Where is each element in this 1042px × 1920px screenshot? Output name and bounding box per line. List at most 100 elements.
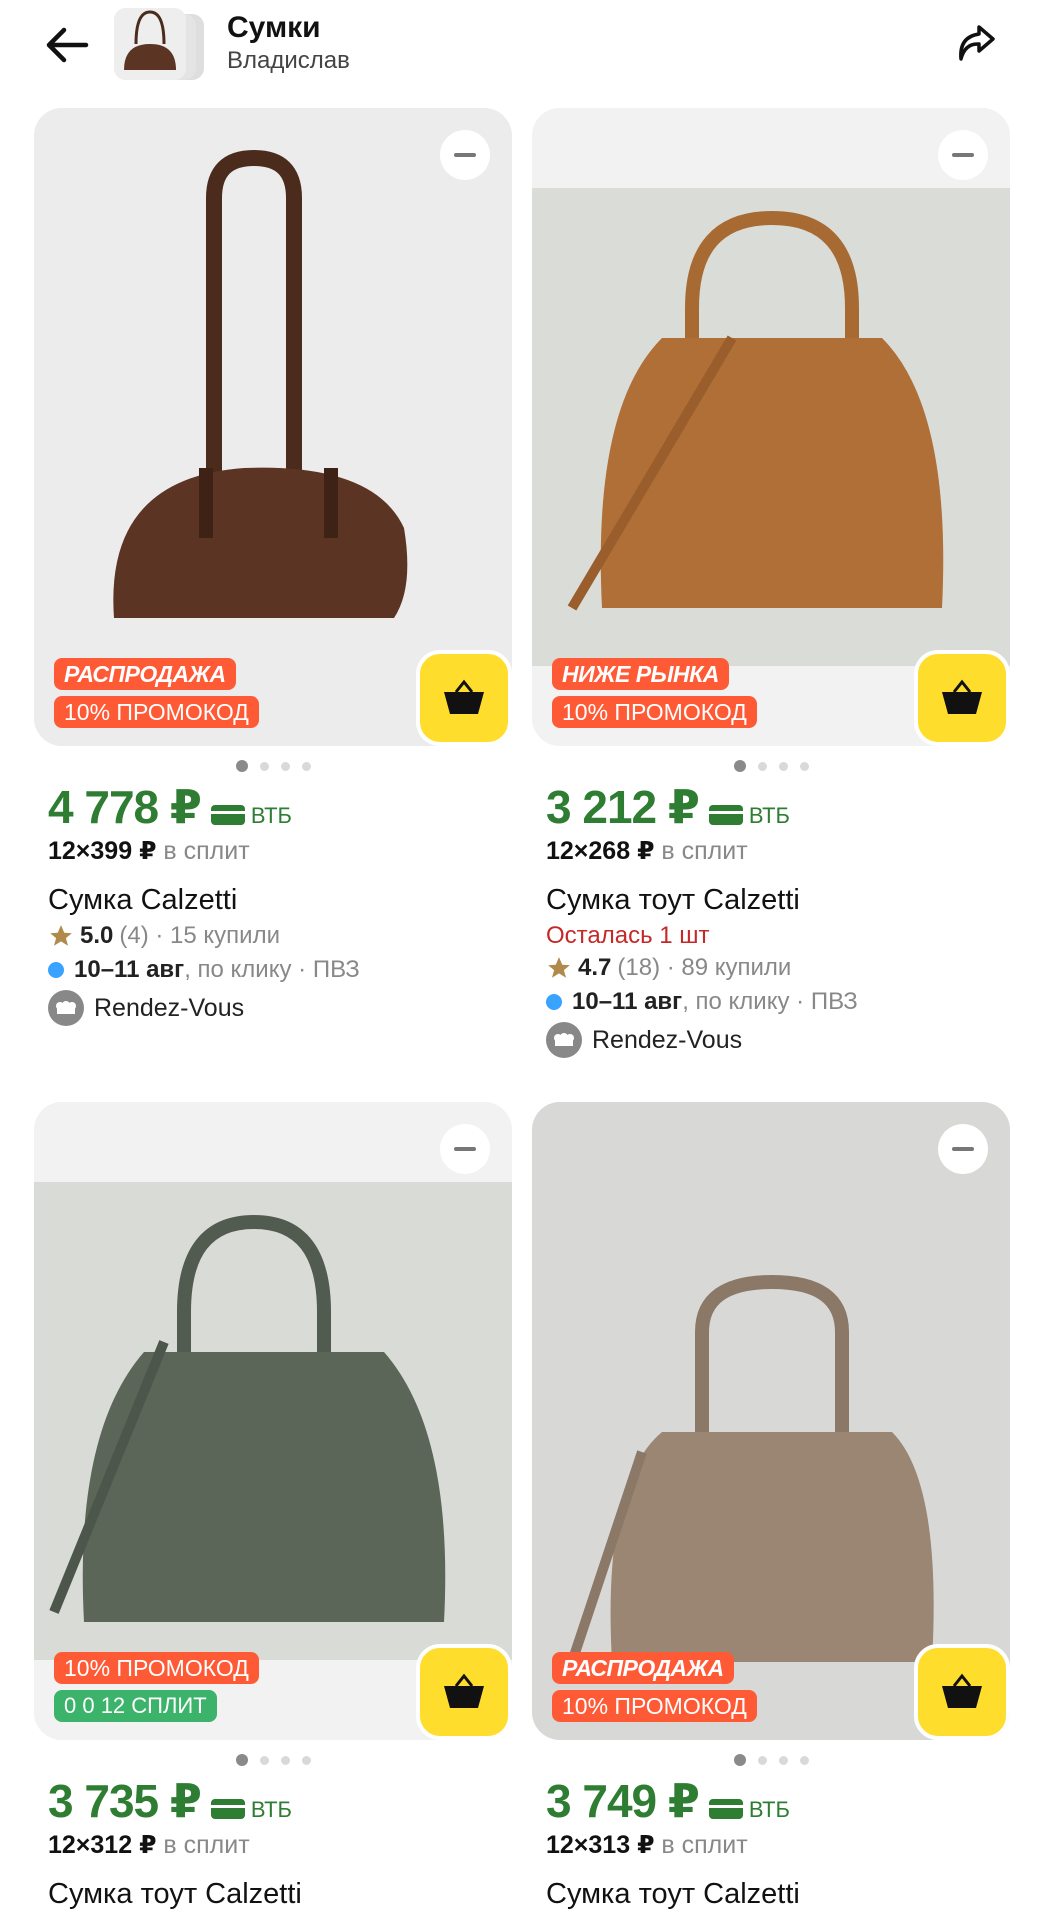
delivery-date: 10–11 авг [572, 988, 683, 1015]
share-icon [959, 25, 995, 61]
basket-icon [942, 1673, 982, 1708]
reviews-count: (18) · 89 купили [617, 954, 792, 981]
star-icon [548, 957, 570, 978]
product-title[interactable]: Сумка тоут Calzetti [546, 882, 1010, 918]
minus-icon [952, 153, 974, 157]
product-card[interactable]: 10% ПРОМОКОД 0 0 12 СПЛИТ 3 735 ₽ ВТБ 12… [34, 1102, 512, 1912]
shop-name: Rendez-Vous [592, 1025, 743, 1054]
card-icon [708, 805, 743, 825]
product-title[interactable]: Сумка Calzetti [48, 882, 512, 918]
add-to-cart-button[interactable] [416, 1644, 512, 1740]
remove-from-collection-button[interactable] [440, 1124, 490, 1174]
back-button[interactable] [40, 18, 94, 72]
split-payment: 12×312 ₽ в сплит [48, 1830, 512, 1860]
pager-dot [280, 1755, 290, 1765]
pager-dot [778, 1755, 788, 1765]
pager-dot [301, 1755, 311, 1765]
split-amount: 12×312 ₽ [48, 1831, 157, 1859]
product-card[interactable]: РАСПРОДАЖА 10% ПРОМОКОД 4 778 ₽ ВТБ 12×3… [34, 108, 512, 1026]
split-payment: 12×313 ₽ в сплит [546, 1830, 1010, 1860]
price: 3 212 ₽ [546, 781, 700, 833]
remove-from-collection-button[interactable] [938, 130, 988, 180]
pager-dot [259, 761, 269, 771]
add-to-cart-button[interactable] [914, 1644, 1010, 1740]
basket-icon [942, 679, 982, 714]
collection-thumbnail [114, 8, 214, 80]
split-payment: 12×399 ₽ в сплит [48, 836, 512, 866]
bank-label: ВТБ [748, 803, 790, 828]
split-note: в сплит [661, 837, 748, 865]
pager-dot [799, 761, 809, 771]
delivery-dot-icon [546, 994, 562, 1010]
rating-score: 4.7 [578, 954, 612, 981]
shop-logo-icon [48, 990, 84, 1026]
image-pager[interactable] [34, 1754, 512, 1766]
card-icon [210, 1799, 245, 1819]
image-pager[interactable] [532, 1754, 1010, 1766]
promo-badge: 10% ПРОМОКОД [552, 696, 757, 728]
card-icon [708, 1799, 743, 1819]
bag-thumbnail-image [114, 8, 186, 80]
bank-label: ВТБ [250, 1797, 292, 1822]
delivery-date: 10–11 авг [74, 956, 185, 983]
collection-owner: Владислав [227, 47, 350, 74]
pager-dot [301, 761, 311, 771]
image-pager[interactable] [532, 760, 1010, 772]
split-note: в сплит [661, 1831, 748, 1859]
product-image[interactable]: РАСПРОДАЖА 10% ПРОМОКОД [532, 1102, 1010, 1740]
delivery-row: 10–11 авг, по клику · ПВЗ [48, 956, 512, 984]
share-button[interactable] [948, 16, 1004, 72]
split-amount: 12×313 ₽ [546, 1831, 655, 1859]
product-title[interactable]: Сумка тоут Calzetti [48, 1876, 512, 1912]
basket-icon [444, 1673, 484, 1708]
split-amount: 12×268 ₽ [546, 837, 655, 865]
split-note: в сплит [163, 1831, 250, 1859]
page-title: Сумки [227, 11, 321, 44]
pager-dot [757, 761, 767, 771]
promo-badge: 10% ПРОМОКОД [54, 696, 259, 728]
product-card[interactable]: РАСПРОДАЖА 10% ПРОМОКОД 3 749 ₽ ВТБ 12×3… [532, 1102, 1010, 1912]
star-icon [50, 925, 72, 946]
product-card[interactable]: НИЖЕ РЫНКА 10% ПРОМОКОД 3 212 ₽ ВТБ 12×2… [532, 108, 1010, 1058]
product-image[interactable]: НИЖЕ РЫНКА 10% ПРОМОКОД [532, 108, 1010, 746]
add-to-cart-button[interactable] [914, 650, 1010, 746]
bank-label: ВТБ [250, 803, 292, 828]
delivery-dot-icon [48, 962, 64, 978]
minus-icon [454, 153, 476, 157]
product-title[interactable]: Сумка тоут Calzetti [546, 1876, 1010, 1912]
reviews-count: (4) · 15 купили [119, 922, 280, 949]
pager-dot [259, 1755, 269, 1765]
delivery-details: , по клику · ПВЗ [184, 956, 360, 983]
shop-row[interactable]: Rendez-Vous [48, 990, 512, 1026]
split-payment: 12×268 ₽ в сплит [546, 836, 1010, 866]
basket-icon [444, 679, 484, 714]
shop-row[interactable]: Rendez-Vous [546, 1022, 1010, 1058]
below-market-badge: НИЖЕ РЫНКА [552, 658, 729, 690]
pager-dot [280, 761, 290, 771]
product-image[interactable]: РАСПРОДАЖА 10% ПРОМОКОД [34, 108, 512, 746]
pager-dot [799, 1755, 809, 1765]
rating-score: 5.0 [80, 922, 114, 949]
price: 4 778 ₽ [48, 781, 202, 833]
promo-badge: 10% ПРОМОКОД [552, 1690, 757, 1722]
pager-dot [235, 1754, 248, 1766]
delivery-details: , по клику · ПВЗ [682, 988, 858, 1015]
pager-dot [757, 1755, 767, 1765]
pager-dot [733, 1754, 746, 1766]
product-image[interactable]: 10% ПРОМОКОД 0 0 12 СПЛИТ [34, 1102, 512, 1740]
split-note: в сплит [163, 837, 250, 865]
split-amount: 12×399 ₽ [48, 837, 157, 865]
sale-badge: РАСПРОДАЖА [54, 658, 236, 690]
split-badge: 0 0 12 СПЛИТ [54, 1690, 217, 1722]
rating-row: 4.7 (18) · 89 купили [546, 954, 1010, 982]
image-pager[interactable] [34, 760, 512, 772]
shop-logo-icon [546, 1022, 582, 1058]
rating-row: 5.0 (4) · 15 купили [48, 922, 512, 950]
add-to-cart-button[interactable] [416, 650, 512, 746]
price: 3 749 ₽ [546, 1775, 700, 1827]
remove-from-collection-button[interactable] [938, 1124, 988, 1174]
pager-dot [778, 761, 788, 771]
pager-dot [235, 760, 248, 772]
remove-from-collection-button[interactable] [440, 130, 490, 180]
pager-dot [733, 760, 746, 772]
